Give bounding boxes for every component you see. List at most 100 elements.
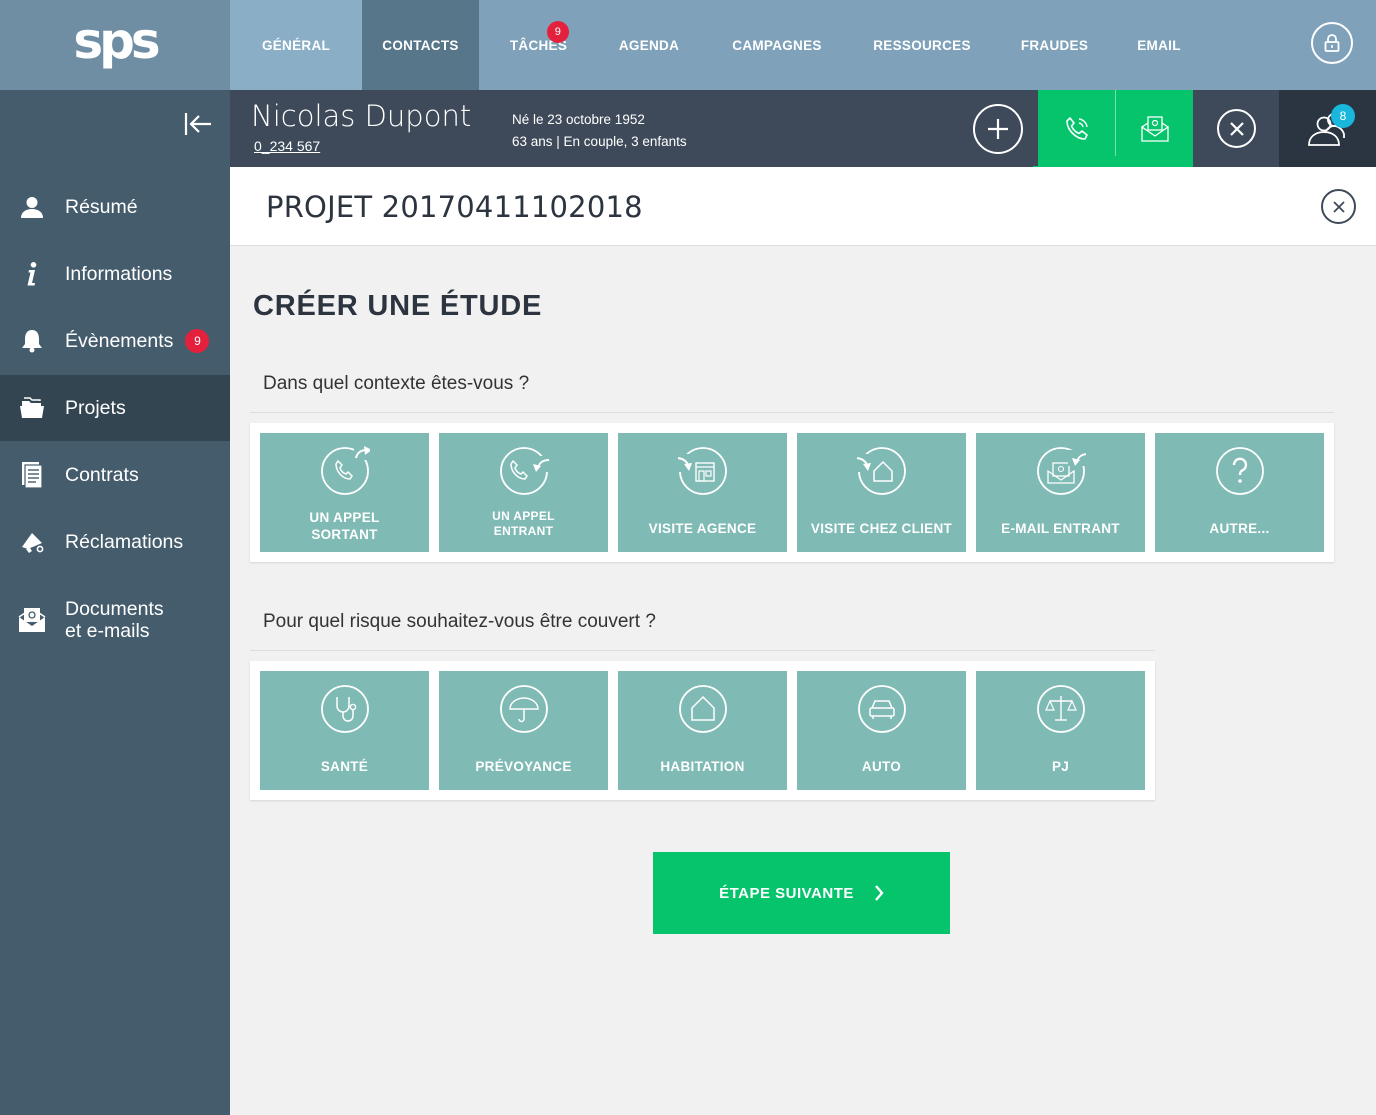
user-icon (0, 196, 65, 218)
tile-appel-sortant[interactable]: UN APPEL SORTANT (260, 433, 429, 552)
nav-item-general[interactable]: GÉNÉRAL (230, 0, 362, 90)
tile-label: SANTÉ (320, 759, 369, 774)
tile-label-line2: SORTANT (311, 527, 378, 542)
tile-label: VISITE CHEZ CLIENT (810, 521, 953, 536)
sidebar-item-projets[interactable]: Projets (0, 375, 230, 441)
house-icon (678, 685, 727, 733)
nav-item-contacts[interactable]: CONTACTS (362, 0, 479, 90)
contact-phone[interactable]: 0_234 567 (254, 138, 320, 154)
sidebar-item-contrats[interactable]: Contrats (0, 442, 230, 508)
project-title: PROJET 20170411102018 (266, 190, 643, 224)
question-icon (1215, 447, 1264, 495)
nav-item-fraudes[interactable]: FRAUDES (990, 0, 1119, 90)
tile-label: AUTO (861, 759, 902, 774)
email-button[interactable] (1116, 90, 1193, 167)
evenements-count-badge: 9 (185, 329, 210, 353)
nav-item-email[interactable]: EMAIL (1119, 0, 1199, 90)
tile-label: AUTRE... (1209, 521, 1270, 536)
stethoscope-icon (320, 685, 369, 733)
tile-label-line2: ENTRANT (493, 524, 554, 538)
logo[interactable]: sps (0, 0, 230, 90)
lock-icon (1324, 34, 1340, 52)
tile-sante[interactable]: SANTÉ (260, 671, 429, 790)
outgoing-call-icon (320, 446, 370, 495)
divider (250, 650, 1155, 651)
risk-tiles-panel: SANTÉ PRÉVOYANCE HABITATION AUTO PJ (250, 661, 1155, 800)
tile-visite-agence[interactable]: VISITE AGENCE (618, 433, 787, 552)
close-icon (1229, 121, 1244, 136)
info-icon (0, 262, 65, 286)
close-project-button[interactable] (1321, 189, 1356, 224)
tile-label: UN APPEL ENTRANT (445, 509, 602, 539)
phone-icon (1065, 116, 1088, 140)
bell-icon (0, 329, 65, 353)
taches-count-badge: 9 (547, 21, 569, 43)
nav-item-agenda[interactable]: AGENDA (598, 0, 700, 90)
incoming-email-icon (1036, 447, 1086, 495)
sidebar-item-informations[interactable]: Informations (0, 241, 230, 307)
scales-icon (1036, 685, 1085, 733)
collapse-sidebar-button[interactable] (183, 111, 213, 137)
contact-actions (1038, 90, 1193, 174)
users-count-badge: 8 (1331, 104, 1355, 128)
sidebar-item-label: Évènements (65, 329, 174, 352)
tile-label-line1: UN APPEL (492, 509, 555, 523)
logo-text: sps (73, 12, 160, 70)
tile-autre[interactable]: AUTRE... (1155, 433, 1324, 552)
sidebar-item-documents[interactable]: Documents et e-mails (0, 587, 230, 653)
tile-email-entrant[interactable]: E-MAIL ENTRANT (976, 433, 1145, 552)
tile-label: PRÉVOYANCE (475, 759, 572, 774)
megaphone-icon (0, 531, 65, 553)
divider (250, 412, 1334, 413)
sidebar-item-reclamations[interactable]: Réclamations (0, 509, 230, 575)
page-heading: CRÉER UNE ÉTUDE (253, 290, 543, 322)
main-nav: GÉNÉRAL CONTACTS TÂCHES 9 AGENDA CAMPAGN… (230, 0, 1199, 90)
context-question: Dans quel contexte êtes-vous ? (263, 373, 530, 394)
plus-icon (988, 119, 1008, 139)
document-icon (0, 461, 65, 489)
tile-prevoyance[interactable]: PRÉVOYANCE (439, 671, 608, 790)
tile-visite-chez-client[interactable]: VISITE CHEZ CLIENT (797, 433, 966, 552)
umbrella-icon (499, 685, 548, 733)
add-button[interactable] (973, 104, 1023, 154)
sidebar-item-label-line2: et e-mails (65, 620, 150, 642)
next-step-button[interactable]: ÉTAPE SUIVANTE (653, 852, 950, 934)
sidebar-item-label-line1: Documents (65, 598, 164, 620)
tile-habitation[interactable]: HABITATION (618, 671, 787, 790)
tile-label: HABITATION (660, 759, 745, 774)
tile-auto[interactable]: AUTO (797, 671, 966, 790)
incoming-call-icon (499, 447, 549, 495)
email-icon (1140, 115, 1169, 142)
tile-appel-entrant[interactable]: UN APPEL ENTRANT (439, 433, 608, 552)
tile-label: E-MAIL ENTRANT (1001, 521, 1120, 536)
tile-label: VISITE AGENCE (648, 521, 757, 536)
top-nav-bar: sps GÉNÉRAL CONTACTS TÂCHES 9 AGENDA CAM… (0, 0, 1376, 90)
agency-visit-icon (677, 447, 727, 495)
envelope-icon (0, 607, 65, 633)
close-icon (1332, 200, 1345, 213)
sidebar-item-label: Contrats (65, 463, 139, 486)
tile-label: UN APPEL SORTANT (266, 509, 423, 543)
sidebar-item-label: Projets (65, 396, 126, 419)
contact-header: Nicolas Dupont 0_234 567 Né le 23 octobr… (230, 90, 1376, 174)
chevron-right-icon (874, 885, 884, 901)
close-contact-button[interactable] (1217, 109, 1256, 148)
contact-birth-date: Né le 23 octobre 1952 (512, 112, 645, 127)
contact-name[interactable]: Nicolas Dupont (251, 99, 471, 133)
lock-button[interactable] (1311, 22, 1353, 64)
call-button[interactable] (1038, 90, 1115, 167)
next-step-label: ÉTAPE SUIVANTE (719, 884, 854, 902)
tile-pj[interactable]: PJ (976, 671, 1145, 790)
nav-item-taches[interactable]: TÂCHES 9 (479, 0, 598, 90)
project-header: PROJET 20170411102018 (230, 167, 1376, 246)
contact-details: 63 ans | En couple, 3 enfants (512, 134, 687, 149)
nav-item-campagnes[interactable]: CAMPAGNES (700, 0, 854, 90)
context-tiles-panel: UN APPEL SORTANT UN APPEL ENTRANT VISITE… (250, 423, 1334, 562)
sidebar-item-label: Informations (65, 262, 173, 285)
tile-label-line1: UN APPEL (309, 510, 380, 525)
nav-item-ressources[interactable]: RESSOURCES (854, 0, 990, 90)
collapse-left-icon (184, 113, 211, 135)
sidebar-item-resume[interactable]: Résumé (0, 174, 230, 240)
users-button[interactable]: 8 (1279, 90, 1376, 167)
sidebar-item-evenements[interactable]: Évènements 9 (0, 308, 230, 374)
